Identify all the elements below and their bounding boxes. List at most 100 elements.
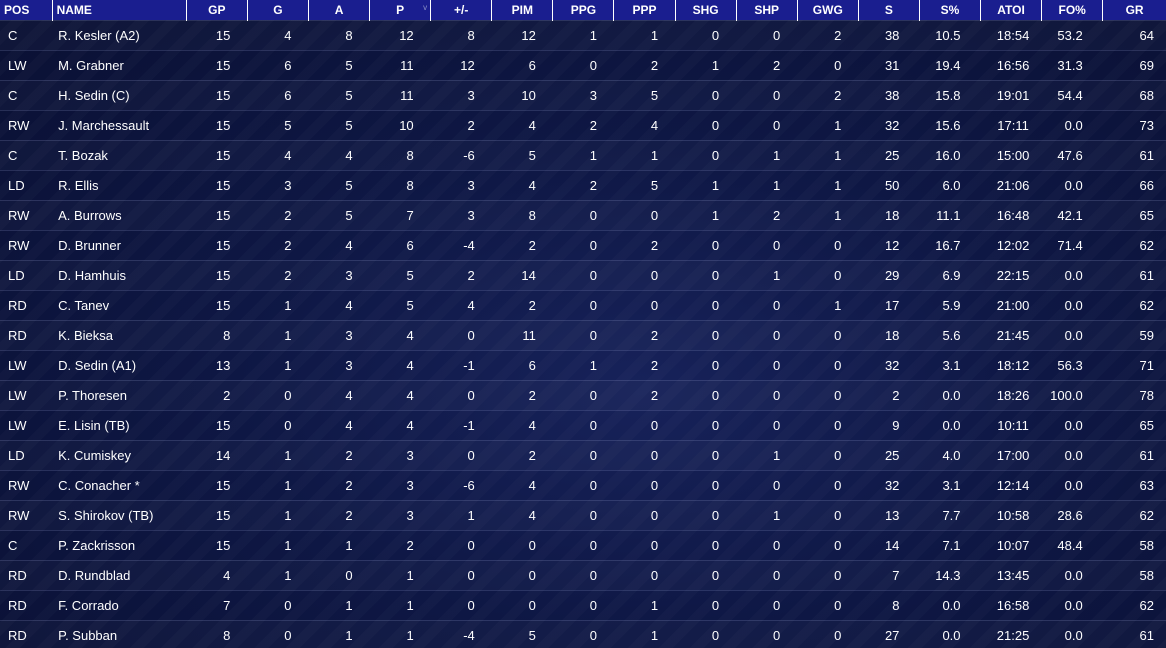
cell-shg: 0 [675,499,737,530]
cell-a: 4 [308,229,370,260]
table-row[interactable]: C R. Kesler (A2) 15 4 8 12 8 12 1 1 0 0 2 38 10.5 18:54… [0,19,1166,50]
column-header-ppg[interactable]: PPG [552,0,614,20]
cell-gwg: 1 [797,109,859,140]
cell-shp: 1 [736,139,798,170]
cell-pim: 14 [491,259,553,290]
cell-ppg: 1 [552,139,614,170]
table-row[interactable]: RD F. Corrado 7 0 1 1 0 0 0 1 0 0 0 8 0.0 16:58 0.0 62 [0,589,1166,620]
cell-ppg: 0 [552,379,614,410]
cell-s: 25 [858,439,920,470]
column-header-pm[interactable]: +/- [430,0,492,20]
column-header-a[interactable]: A [307,0,370,20]
cell-gr: 71 [1102,349,1166,380]
table-row[interactable]: RD P. Subban 8 0 1 1 -4 5 0 1 0 0 0 27 0.0 21:25 0.0 61 [0,619,1166,648]
cell-s: 8 [858,589,920,620]
column-header-pim[interactable]: PIM [491,0,553,20]
table-row[interactable]: C T. Bozak 15 4 4 8 -6 5 1 1 0 1 1 25 16.0 15:00 47.6 61 [0,139,1166,170]
cell-atoi: 16:56 [980,49,1042,80]
cell-s: 50 [858,169,920,200]
table-row[interactable]: RW C. Conacher * 15 1 2 3 -6 4 0 0 0 0 0 32 3.1 12:14 0.… [0,469,1166,500]
cell-s: 9 [858,409,920,440]
column-header-label: FO% [1058,2,1086,17]
table-row[interactable]: RD K. Bieksa 8 1 3 4 0 11 0 2 0 0 0 18 5.6 21:45 0.0 59 [0,319,1166,350]
cell-gwg: 0 [797,529,859,560]
column-header-shg[interactable]: SHG [674,0,737,20]
cell-sp: 0.0 [919,619,981,648]
cell-shp: 0 [736,19,798,50]
cell-name: C. Conacher * [52,469,187,500]
cell-ppg: 0 [552,199,614,230]
cell-gr: 66 [1102,169,1166,200]
cell-gwg: 1 [797,139,859,170]
table-row[interactable]: RW S. Shirokov (TB) 15 1 2 3 1 4 0 0 0 1 0 13 7.7 10:58… [0,499,1166,530]
table-row[interactable]: C H. Sedin (C) 15 6 5 11 3 10 3 5 0 0 2 38 15.8 19:01 54… [0,79,1166,110]
cell-shp: 2 [736,199,798,230]
cell-pim: 6 [491,49,553,80]
cell-ppg: 2 [552,109,614,140]
cell-ppp: 0 [613,439,676,470]
column-header-g[interactable]: G [246,0,309,20]
cell-shg: 0 [675,319,737,350]
column-header-s[interactable]: S [857,0,920,20]
cell-a: 5 [308,49,370,80]
cell-ppp: 2 [613,49,676,80]
table-row[interactable]: RW J. Marchessault 15 5 5 10 2 4 2 4 0 0 1 32 15.6 17:1… [0,109,1166,140]
cell-pos: RW [0,199,53,230]
column-header-gwg[interactable]: GWG [796,0,859,20]
cell-gp: 15 [186,409,248,440]
column-header-label: G [273,2,283,17]
cell-a: 1 [308,589,370,620]
table-row[interactable]: RD D. Rundblad 4 1 0 1 0 0 0 0 0 0 0 7 14.3 13:45 0.0 58 [0,559,1166,590]
table-row[interactable]: LD R. Ellis 15 3 5 8 3 4 2 5 1 1 1 50 6.0 21:06 0.0 66 [0,169,1166,200]
column-header-sp[interactable]: S% [918,0,981,20]
cell-p: 5 [369,289,431,320]
cell-ppg: 0 [552,229,614,260]
column-header-gr[interactable]: GR [1102,0,1166,20]
column-header-label: POS [4,2,30,17]
column-header-atoi[interactable]: ATOI [980,0,1042,20]
table-row[interactable]: RW D. Brunner 15 2 4 6 -4 2 0 2 0 0 0 12 16.7 12:02 71.4… [0,229,1166,260]
cell-fo: 0.0 [1041,169,1103,200]
table-row[interactable]: LD D. Hamhuis 15 2 3 5 2 14 0 0 0 1 0 29 6.9 22:15 0.0 61 [0,259,1166,290]
table-row[interactable]: LW P. Thoresen 2 0 4 4 0 2 0 2 0 0 0 2 0.0 18:26 100.0 78 [0,379,1166,410]
cell-gp: 8 [186,319,248,350]
cell-sp: 7.1 [919,529,981,560]
cell-gwg: 1 [797,289,859,320]
cell-gwg: 0 [797,259,859,290]
column-header-label: ATOI [997,2,1025,17]
column-header-pos[interactable]: POS [0,0,53,20]
cell-pm: 8 [430,19,492,50]
cell-gr: 65 [1102,409,1166,440]
column-header-gp[interactable]: GP [185,0,248,20]
cell-pim: 4 [491,499,553,530]
column-header-ppp[interactable]: PPP [613,0,676,20]
table-row[interactable]: LD K. Cumiskey 14 1 2 3 0 2 0 0 0 1 0 25 4.0 17:00 0.0 61 [0,439,1166,470]
column-header-label: SHP [754,2,780,17]
cell-name: S. Shirokov (TB) [52,499,187,530]
cell-atoi: 12:02 [980,229,1042,260]
column-header-p[interactable]: Pv [369,0,431,20]
column-header-fo[interactable]: FO% [1041,0,1103,20]
cell-a: 3 [308,319,370,350]
cell-p: 1 [369,589,431,620]
table-row[interactable]: LW E. Lisin (TB) 15 0 4 4 -1 4 0 0 0 0 0 9 0.0 10:11 0.0… [0,409,1166,440]
column-header-name[interactable]: NAME [51,0,187,20]
cell-p: 11 [369,49,431,80]
table-row[interactable]: C P. Zackrisson 15 1 1 2 0 0 0 0 0 0 0 14 7.1 10:07 48.4… [0,529,1166,560]
cell-pm: 0 [430,379,492,410]
cell-ppp: 2 [613,349,676,380]
cell-ppg: 0 [552,439,614,470]
cell-pos: RW [0,229,53,260]
table-row[interactable]: LW D. Sedin (A1) 13 1 3 4 -1 6 1 2 0 0 0 32 3.1 18:12 56… [0,349,1166,380]
cell-ppg: 1 [552,349,614,380]
cell-pim: 6 [491,349,553,380]
cell-g: 3 [247,169,309,200]
cell-gr: 58 [1102,559,1166,590]
cell-gp: 15 [186,259,248,290]
cell-pos: C [0,79,53,110]
table-row[interactable]: LW M. Grabner 15 6 5 11 12 6 0 2 1 2 0 31 19.4 16:56 31.… [0,49,1166,80]
table-row[interactable]: RW A. Burrows 15 2 5 7 3 8 0 0 1 2 1 18 11.1 16:48 42.1 6… [0,199,1166,230]
cell-pim: 0 [491,559,553,590]
table-row[interactable]: RD C. Tanev 15 1 4 5 4 2 0 0 0 0 1 17 5.9 21:00 0.0 62 [0,289,1166,320]
column-header-shp[interactable]: SHP [735,0,798,20]
